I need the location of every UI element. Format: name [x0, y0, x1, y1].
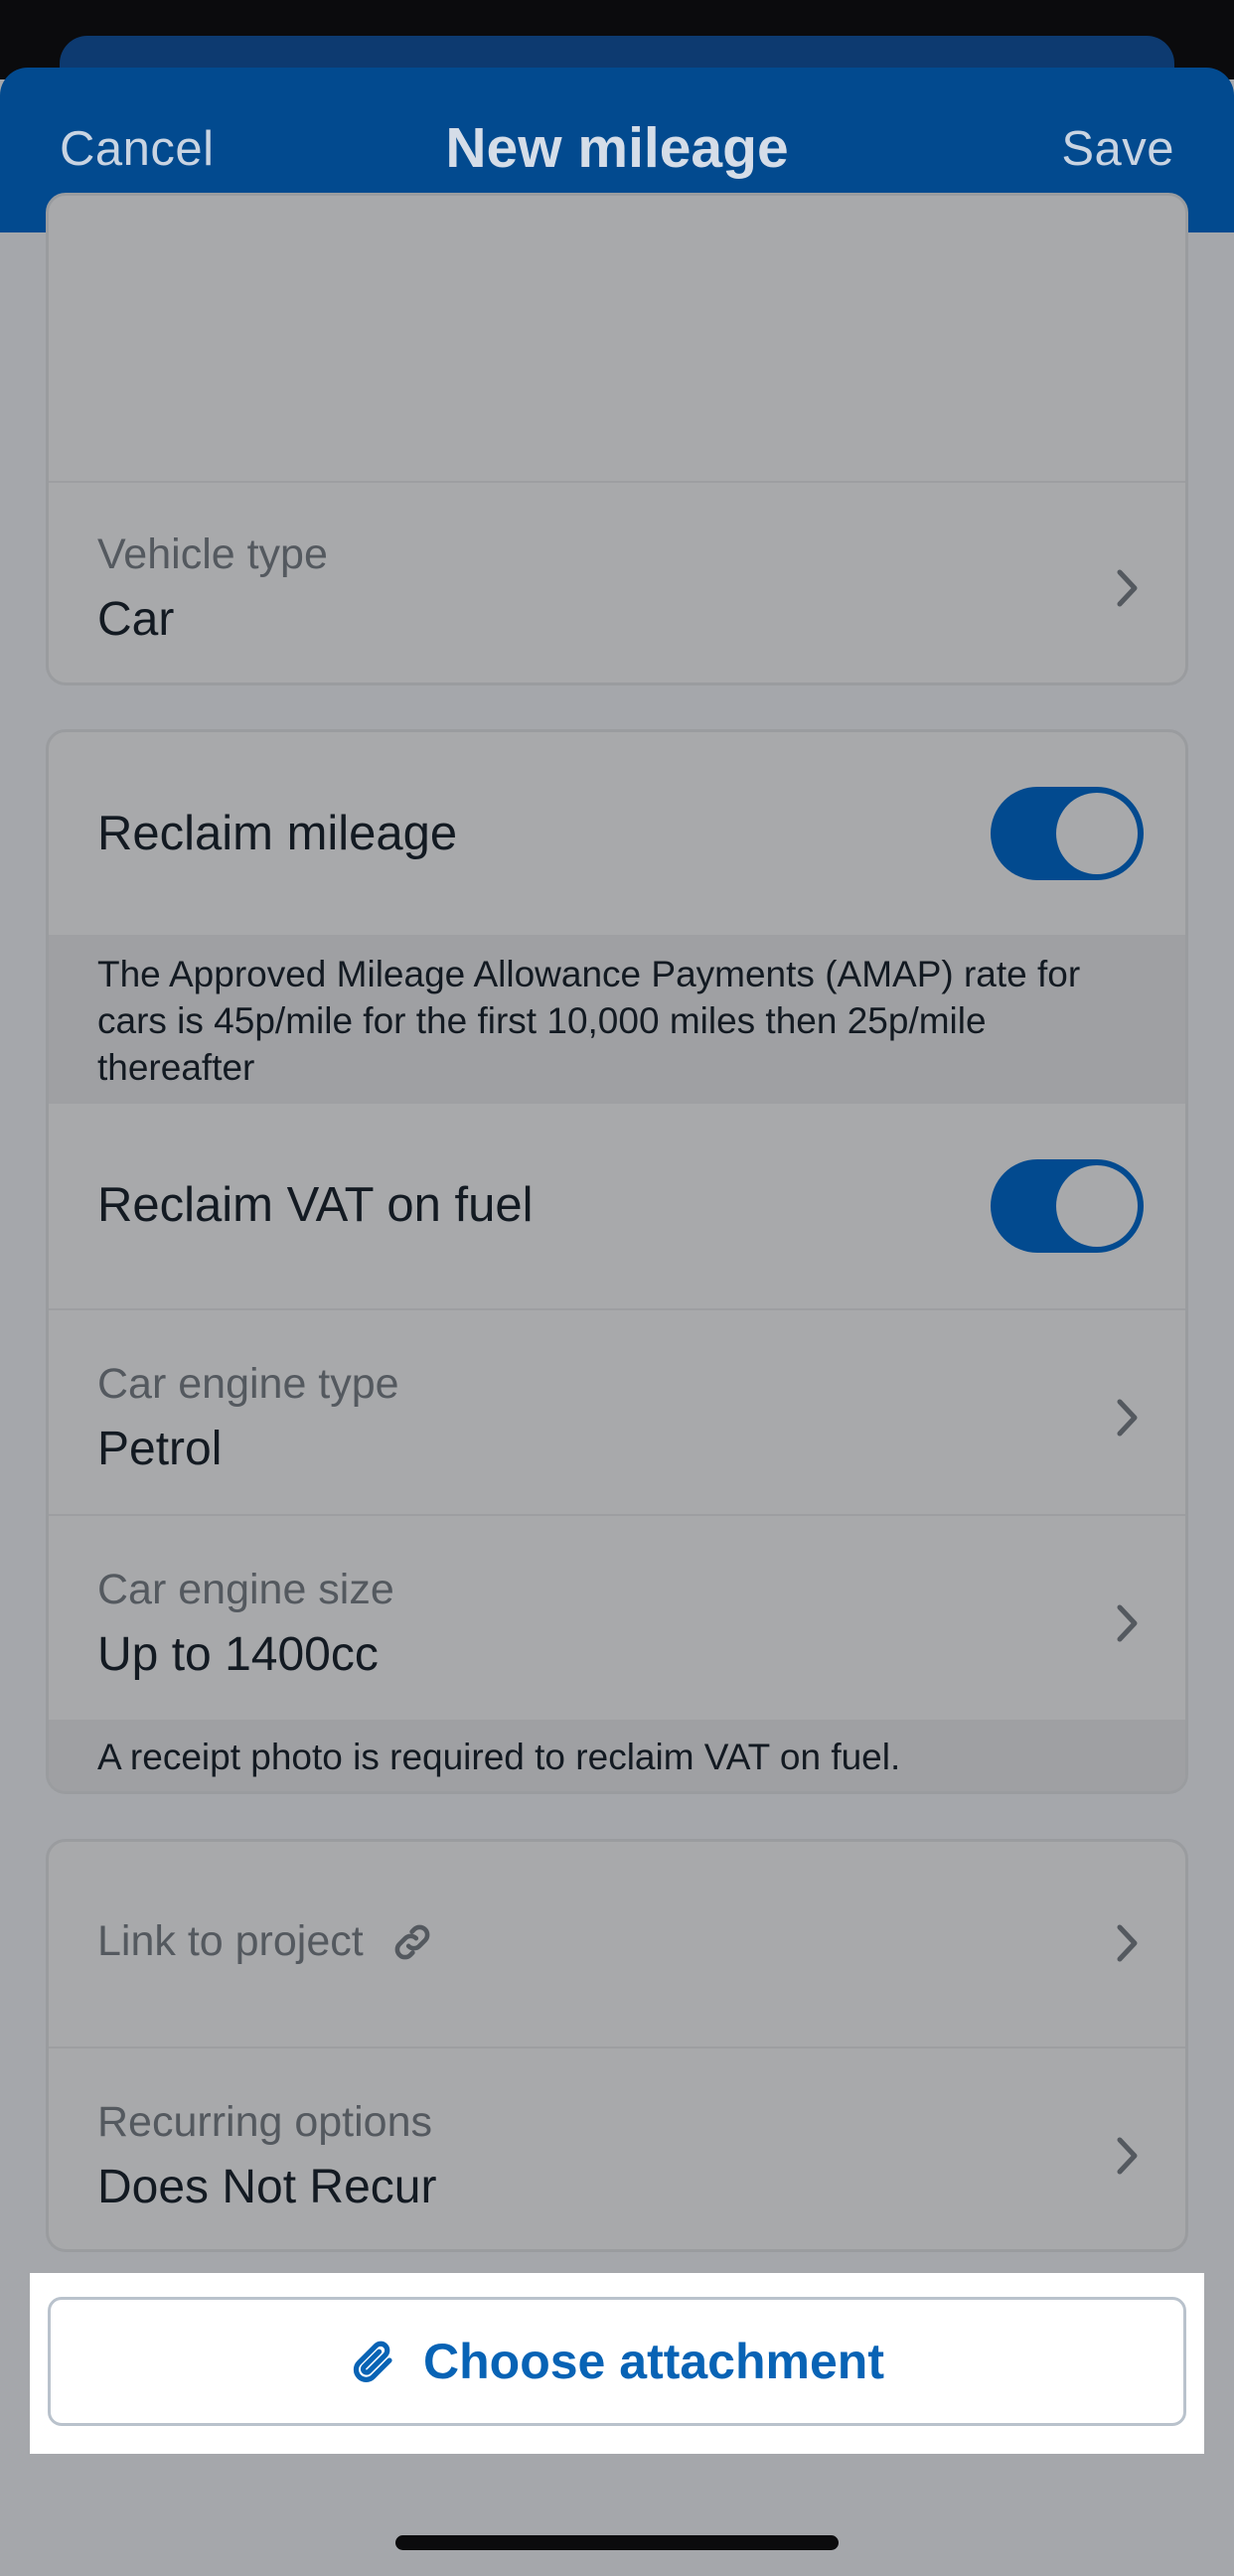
engine-type-row[interactable]: Car engine type Petrol	[49, 1308, 1185, 1514]
chevron-right-icon	[1116, 1603, 1140, 1643]
reclaim-mileage-row: Reclaim mileage	[49, 732, 1185, 935]
reclaim-card: Reclaim mileage The Approved Mileage All…	[46, 729, 1188, 1794]
link-project-label: Link to project	[97, 1917, 435, 1966]
reclaim-mileage-toggle[interactable]	[991, 787, 1144, 880]
vehicle-type-row[interactable]: Vehicle type Car	[49, 481, 1185, 682]
chevron-right-icon	[1116, 1398, 1140, 1438]
amap-rate-note: The Approved Mileage Allowance Payments …	[49, 935, 1185, 1104]
engine-type-label: Car engine type	[97, 1360, 399, 1408]
form-content: Vehicle type Car Reclaim mileage The App…	[0, 193, 1234, 2576]
paperclip-icon	[350, 2338, 397, 2385]
toggle-knob	[1056, 793, 1138, 874]
choose-attachment-label: Choose attachment	[423, 2334, 884, 2389]
vehicle-type-value: Car	[97, 593, 175, 646]
reclaim-vat-label: Reclaim VAT on fuel	[97, 1178, 534, 1232]
options-card: Link to project Recurring options Does N…	[46, 1839, 1188, 2252]
home-indicator	[395, 2535, 839, 2550]
attachment-bar: Choose attachment	[30, 2273, 1204, 2454]
recurring-options-label: Recurring options	[97, 2098, 433, 2146]
chevron-right-icon	[1116, 2136, 1140, 2176]
engine-size-value: Up to 1400cc	[97, 1628, 379, 1681]
choose-attachment-button[interactable]: Choose attachment	[48, 2297, 1186, 2426]
reclaim-vat-row: Reclaim VAT on fuel	[49, 1104, 1185, 1308]
recurring-options-value: Does Not Recur	[97, 2161, 437, 2213]
link-project-row[interactable]: Link to project	[49, 1842, 1185, 2046]
link-project-text: Link to project	[97, 1917, 364, 1965]
engine-size-label: Car engine size	[97, 1566, 394, 1613]
vat-receipt-note: A receipt photo is required to reclaim V…	[49, 1720, 1185, 1791]
engine-size-row[interactable]: Car engine size Up to 1400cc	[49, 1514, 1185, 1720]
reclaim-vat-toggle[interactable]	[991, 1159, 1144, 1253]
reclaim-mileage-label: Reclaim mileage	[97, 807, 458, 860]
map-area	[49, 196, 1185, 481]
chevron-right-icon	[1116, 568, 1140, 608]
toggle-knob	[1056, 1165, 1138, 1247]
chevron-right-icon	[1116, 1923, 1140, 1963]
save-button[interactable]: Save	[1061, 121, 1174, 177]
page-title: New mileage	[445, 116, 789, 180]
engine-type-value: Petrol	[97, 1423, 223, 1475]
link-icon	[389, 1919, 435, 1965]
vehicle-type-label: Vehicle type	[97, 530, 328, 578]
recurring-options-row[interactable]: Recurring options Does Not Recur	[49, 2046, 1185, 2249]
vehicle-card: Vehicle type Car	[46, 193, 1188, 685]
